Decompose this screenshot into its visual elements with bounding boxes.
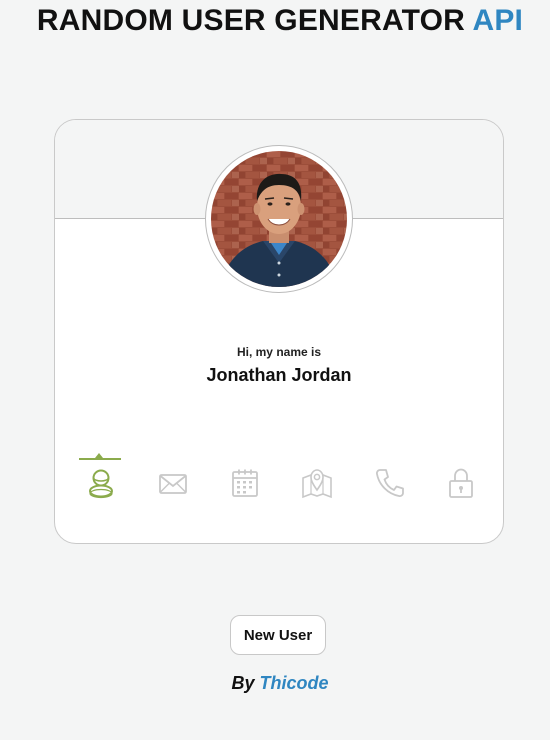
avatar-ring [205,145,353,293]
tab-phone[interactable] [367,450,411,506]
tab-location[interactable] [295,450,339,506]
credit-by: By [231,673,255,693]
page-title: RANDOM USER GENERATOR API [0,4,550,38]
tab-email[interactable] [151,450,195,506]
calendar-icon [232,469,258,497]
map-icon [302,469,332,499]
active-indicator-bar [79,458,121,460]
lock-icon [449,468,473,498]
user-icon [89,469,113,499]
title-main: RANDOM USER GENERATOR [36,4,466,37]
envelope-icon [159,474,187,494]
author-link[interactable]: Thicode [260,673,329,693]
credit-line: By Thicode [0,673,550,694]
phone-icon [376,469,404,497]
tab-password[interactable] [439,450,483,506]
new-user-button[interactable]: New User [230,615,326,655]
info-tabs [55,450,503,510]
user-card: Hi, my name is Jonathan Jordan [54,119,504,544]
title-accent: API [472,4,524,37]
info-label: Hi, my name is [236,345,322,359]
info-value: Jonathan Jordan [206,365,352,385]
tab-birthday[interactable] [223,450,267,506]
page: RANDOM USER GENERATOR API Hi, my name is… [0,0,550,740]
tab-name[interactable] [79,450,123,506]
avatar [211,151,347,287]
avatar-photo [211,151,347,287]
